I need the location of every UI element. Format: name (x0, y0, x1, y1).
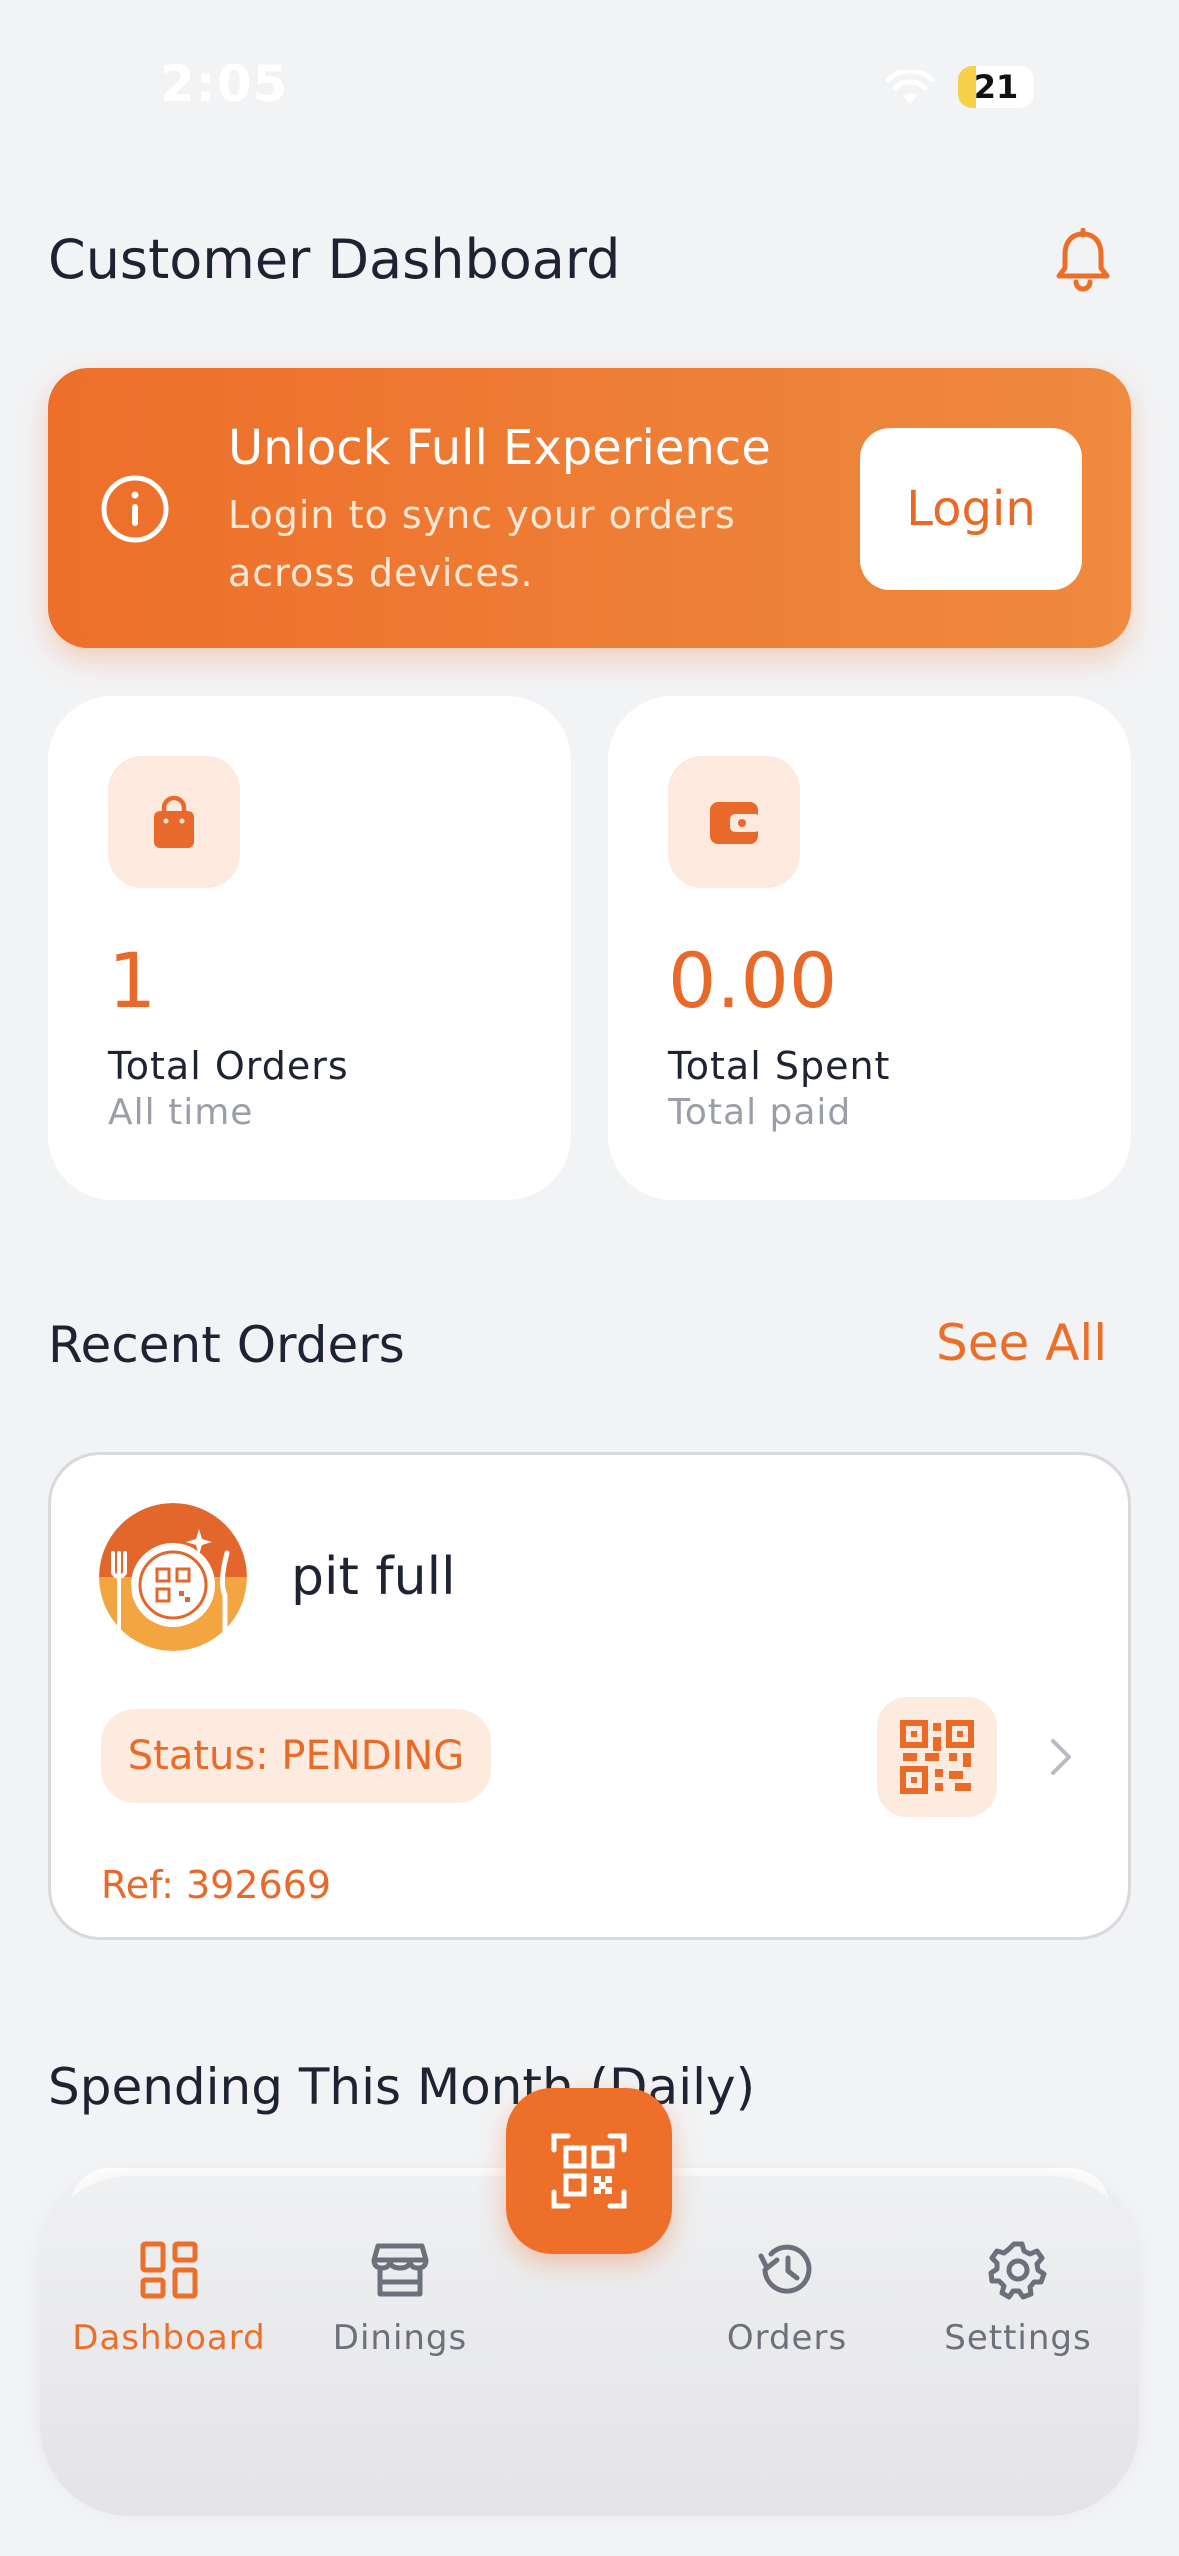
status-time: 2:05 (160, 55, 289, 113)
bell-icon[interactable] (1052, 228, 1114, 294)
login-button[interactable]: Login (860, 428, 1082, 590)
qr-code-icon (900, 1720, 974, 1794)
page-title: Customer Dashboard (48, 228, 621, 291)
stat-icon-box (108, 756, 240, 888)
tab-label: Orders (726, 2318, 848, 2358)
banner-subtitle: Login to sync your orders across devices… (228, 493, 736, 595)
battery-percentage: 21 (973, 68, 1019, 106)
info-icon (101, 475, 169, 543)
stat-icon-box (668, 756, 800, 888)
stat-card-total-orders: 1 Total Orders All time (48, 696, 571, 1200)
qr-scan-icon (551, 2133, 627, 2209)
scan-qr-button[interactable] (506, 2088, 672, 2254)
order-qr-button[interactable] (877, 1697, 997, 1817)
shopping-bag-icon (154, 795, 194, 848)
order-card[interactable]: pit full Status: PENDING Ref: 392669 (48, 1452, 1131, 1940)
battery-indicator: 21 (958, 66, 1034, 108)
tab-label: Dinings (332, 2318, 468, 2358)
stat-card-total-spent: 0.00 Total Spent Total paid (608, 696, 1131, 1200)
tab-label: Dashboard (72, 2318, 266, 2358)
dashboard-icon (140, 2241, 198, 2299)
stat-sublabel: Total paid (668, 1092, 852, 1133)
gear-icon (988, 2241, 1047, 2300)
order-restaurant-name: pit full (291, 1547, 456, 1607)
see-all-link[interactable]: See All (936, 1314, 1107, 1372)
tab-label: Settings (944, 2318, 1092, 2358)
chevron-right-icon[interactable] (1041, 1733, 1081, 1781)
recent-orders-title: Recent Orders (48, 1316, 405, 1374)
store-icon (371, 2243, 429, 2297)
tab-dashboard[interactable]: Dashboard (59, 2240, 279, 2358)
tab-orders[interactable]: Orders (677, 2240, 897, 2358)
status-badge: Status: PENDING (101, 1709, 491, 1803)
tab-settings[interactable]: Settings (908, 2240, 1128, 2358)
stat-sublabel: All time (108, 1092, 254, 1133)
stat-label: Total Spent (668, 1044, 891, 1088)
status-bar: 2:05 21 (0, 0, 1179, 170)
stat-value: 1 (108, 936, 157, 1025)
order-reference: Ref: 392669 (101, 1863, 332, 1907)
stat-value: 0.00 (668, 936, 838, 1025)
wallet-icon (710, 802, 760, 844)
stat-label: Total Orders (108, 1044, 349, 1088)
wifi-icon (885, 70, 935, 104)
banner-title: Unlock Full Experience (228, 420, 771, 476)
history-icon (758, 2244, 812, 2294)
login-banner: Unlock Full Experience Login to sync you… (48, 368, 1131, 648)
tab-dinings[interactable]: Dinings (290, 2240, 510, 2358)
restaurant-logo (99, 1503, 247, 1651)
